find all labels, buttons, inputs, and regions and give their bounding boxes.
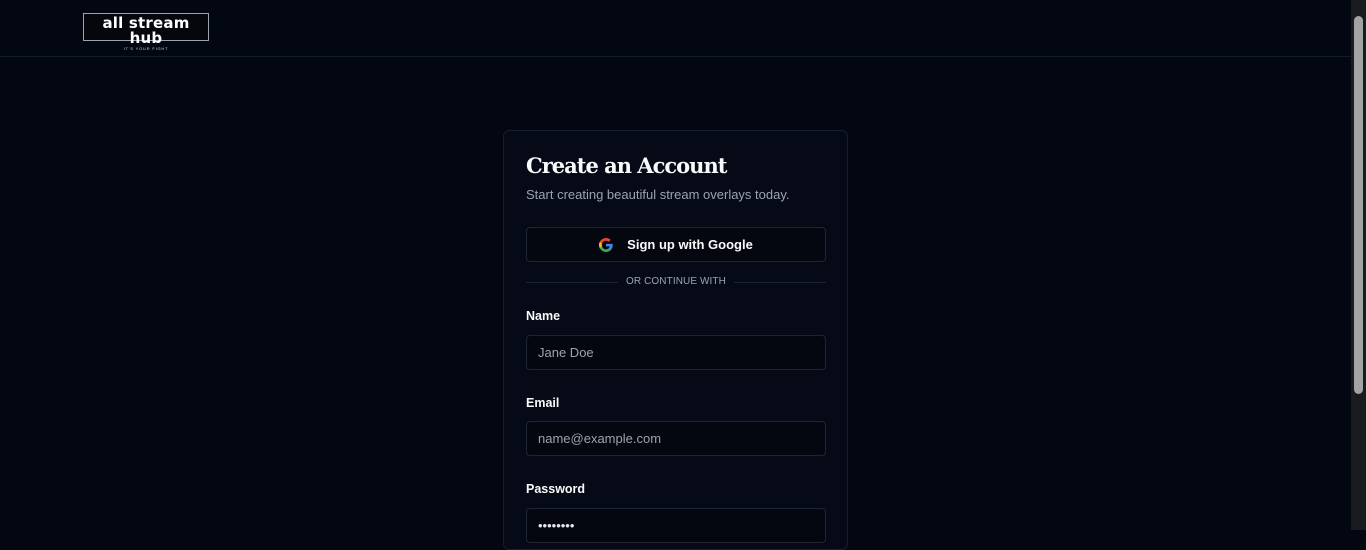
logo-tagline: IT'S YOUR FIGHT [123, 46, 169, 51]
google-signup-button[interactable]: Sign up with Google [526, 227, 826, 262]
name-input[interactable] [526, 335, 826, 370]
scrollbar-thumb[interactable] [1354, 16, 1363, 394]
google-g-icon [599, 237, 613, 252]
email-input[interactable] [526, 421, 826, 456]
email-label: Email [526, 396, 560, 410]
divider-line-right [734, 282, 826, 283]
or-divider: OR CONTINUE WITH [526, 275, 826, 289]
page-scrollbar[interactable] [1351, 0, 1366, 530]
logo-text: all stream hub [102, 14, 190, 47]
page-title: Create an Account [526, 153, 727, 178]
brand-logo[interactable]: all stream hub IT'S YOUR FIGHT [83, 13, 209, 51]
google-button-label: Sign up with Google [627, 237, 753, 252]
password-label: Password [526, 482, 586, 496]
name-label: Name [526, 309, 561, 323]
signup-card: Create an Account Start creating beautif… [503, 130, 848, 550]
top-nav-bar: all stream hub IT'S YOUR FIGHT [0, 0, 1351, 57]
password-input[interactable] [526, 508, 826, 543]
page-subtitle: Start creating beautiful stream overlays… [526, 187, 790, 202]
